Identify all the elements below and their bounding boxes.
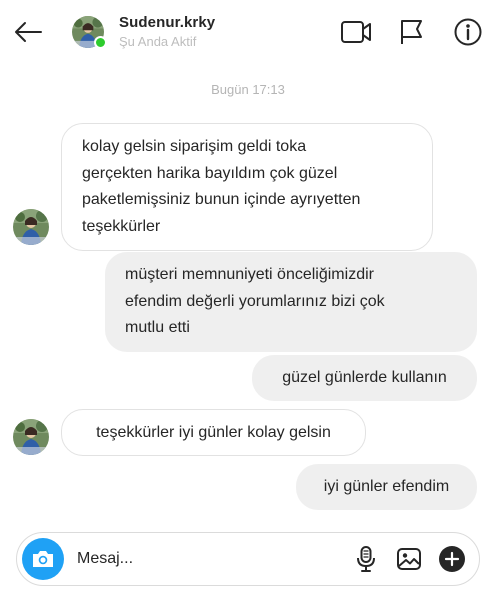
gallery-button[interactable] [394,544,424,574]
chat-header: Sudenur.krky Şu Anda Aktif [0,0,496,62]
message-outgoing[interactable]: güzel günlerde kullanın [252,355,477,401]
message-line: teşekkürler iyi günler kolay gelsin [96,424,331,441]
message-line: teşekkürler [82,217,161,235]
message-line: iyi günler efendim [323,478,450,495]
message-input[interactable] [77,547,337,571]
message-line: efendim değerli yorumlarınız bizi çok [125,292,385,310]
sender-avatar[interactable] [13,209,49,245]
message-line: müşteri memnuniyeti önceliğimizdir [125,266,374,283]
microphone-icon [357,546,375,572]
message-line: gerçekten harika bayıldım çok güzel [82,164,338,182]
message-line: kolay gelsin siparişim geldi toka [82,138,307,155]
chat-timestamp: Bugün 17:13 [211,82,285,97]
message-incoming[interactable]: teşekkürler iyi günler kolay gelsin [61,409,366,456]
video-camera-icon [341,21,371,43]
camera-button[interactable] [22,538,64,580]
flag-icon [401,20,422,44]
message-outgoing[interactable]: müşteri memnuniyeti önceliğimizdir efend… [105,252,477,352]
camera-icon [33,551,53,567]
message-incoming[interactable]: kolay gelsin siparişim geldi toka gerçek… [61,123,433,251]
arrow-left-icon [15,22,42,42]
message-line: güzel günlerde kullanın [282,369,447,386]
online-status-dot [94,36,107,49]
image-icon [397,548,421,570]
report-button[interactable] [395,16,427,48]
contact-username[interactable]: Sudenur.krky [119,14,215,31]
contact-avatar[interactable] [72,16,107,49]
video-call-button[interactable] [340,16,372,48]
info-icon [454,18,482,46]
plus-circle-icon [439,546,465,572]
back-button[interactable] [10,16,46,48]
active-status: Şu Anda Aktif [119,34,197,49]
message-composer [16,532,480,586]
voice-message-button[interactable] [351,544,381,574]
conversation-info-button[interactable] [452,16,484,48]
add-attachment-button[interactable] [437,544,467,574]
message-line: mutlu etti [125,319,190,336]
sender-avatar[interactable] [13,419,49,455]
message-outgoing[interactable]: iyi günler efendim [296,464,477,510]
message-line: paketlemişsiniz bunun içinde ayrıyetten [82,191,361,208]
